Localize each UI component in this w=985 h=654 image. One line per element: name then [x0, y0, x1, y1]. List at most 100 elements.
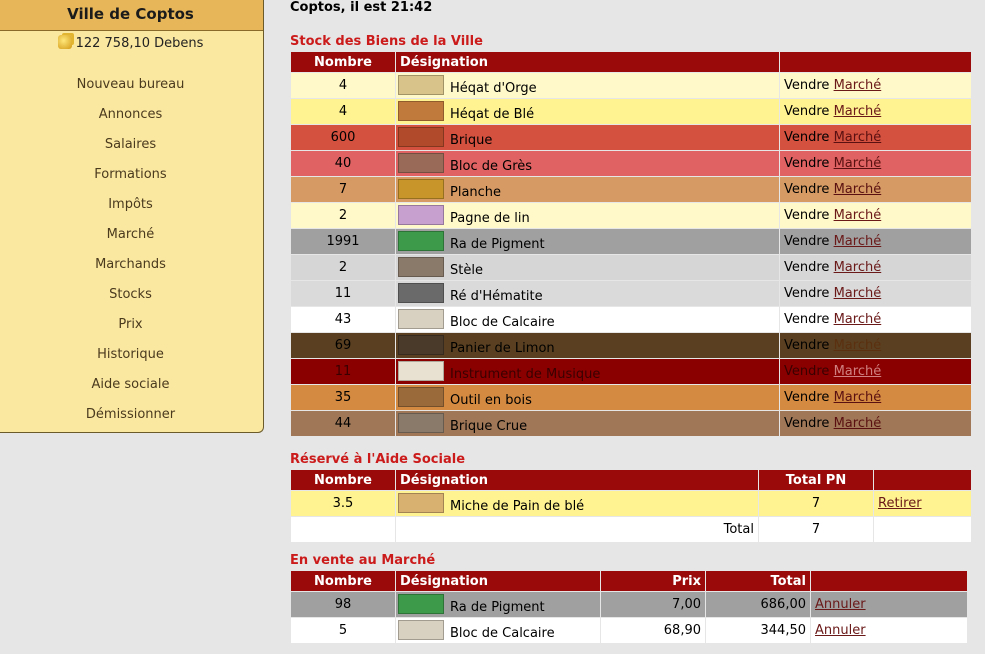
quantity-cell: 5: [290, 617, 396, 644]
sell-action[interactable]: Vendre: [784, 234, 829, 249]
empty-cell: [873, 516, 972, 543]
sidebar: Ville de Coptos 122 758,10 Debens Nouvea…: [0, 0, 264, 433]
designation-cell: Bloc de Calcaire: [395, 306, 780, 333]
sidebar-menu-item[interactable]: Démissionner: [0, 406, 263, 436]
flute-icon: [398, 361, 444, 381]
col-nombre: Nombre: [290, 469, 396, 491]
item-name: Brique: [450, 133, 493, 148]
market-link[interactable]: Marché: [834, 208, 882, 223]
sell-action[interactable]: Vendre: [784, 416, 829, 431]
wheat-grain-icon: [398, 101, 444, 121]
col-total: Total: [705, 570, 811, 592]
quantity-cell: 2: [290, 254, 396, 281]
clock-text: Coptos, il est 21:42: [290, 0, 433, 15]
designation-cell: Bloc de Grès: [395, 150, 780, 177]
limestone-block-icon: [398, 620, 444, 640]
item-name: Stèle: [450, 263, 483, 278]
sell-action[interactable]: Vendre: [784, 390, 829, 405]
item-name: Planche: [450, 185, 502, 200]
sell-action[interactable]: Vendre: [784, 156, 829, 171]
market-link[interactable]: Marché: [834, 286, 882, 301]
actions-cell: Vendre Marché: [779, 176, 972, 203]
sell-action[interactable]: Vendre: [784, 208, 829, 223]
sidebar-menu-link[interactable]: Historique: [97, 347, 164, 362]
market-link[interactable]: Marché: [834, 104, 882, 119]
actions-cell: Retirer: [873, 490, 972, 517]
sell-action[interactable]: Vendre: [784, 130, 829, 145]
sidebar-menu-item[interactable]: Marchands: [0, 256, 263, 286]
stock-row: 2 Pagne de lin Vendre Marché: [290, 202, 972, 229]
sidebar-menu-link[interactable]: Formations: [94, 167, 166, 182]
sidebar-menu-link[interactable]: Nouveau bureau: [77, 77, 185, 92]
market-link[interactable]: Marché: [834, 260, 882, 275]
designation-cell: Planche: [395, 176, 780, 203]
sidebar-menu-item[interactable]: Stocks: [0, 286, 263, 316]
sidebar-menu-item[interactable]: Annonces: [0, 106, 263, 136]
cancel-link[interactable]: Annuler: [815, 623, 866, 638]
actions-cell: Annuler: [810, 617, 968, 644]
designation-cell: Pagne de lin: [395, 202, 780, 229]
withdraw-link[interactable]: Retirer: [878, 496, 922, 511]
sell-action[interactable]: Vendre: [784, 286, 829, 301]
sidebar-menu-link[interactable]: Aide sociale: [92, 377, 170, 392]
sell-action[interactable]: Vendre: [784, 338, 829, 353]
item-name: Panier de Limon: [450, 341, 555, 356]
market-link[interactable]: Marché: [834, 364, 882, 379]
cancel-link[interactable]: Annuler: [815, 597, 866, 612]
sidebar-menu-link[interactable]: Démissionner: [86, 407, 175, 422]
market-link[interactable]: Marché: [834, 338, 882, 353]
sidebar-menu-link[interactable]: Prix: [118, 317, 142, 332]
social-row: 3.5 Miche de Pain de blé 7 Retirer: [290, 490, 972, 517]
col-designation: Désignation: [395, 469, 759, 491]
sidebar-menu-item[interactable]: Aide sociale: [0, 376, 263, 406]
sidebar-menu-item[interactable]: Nouveau bureau: [0, 76, 263, 106]
actions-cell: Vendre Marché: [779, 254, 972, 281]
market-link[interactable]: Marché: [834, 390, 882, 405]
designation-cell: Ra de Pigment: [395, 228, 780, 255]
market-section-title: En vente au Marché: [290, 553, 436, 568]
sidebar-menu-link[interactable]: Salaires: [105, 137, 156, 152]
sidebar-menu-item[interactable]: Impôts: [0, 196, 263, 226]
col-nombre: Nombre: [290, 51, 396, 73]
item-name: Héqat d'Orge: [450, 81, 537, 96]
sell-action[interactable]: Vendre: [784, 104, 829, 119]
market-link[interactable]: Marché: [834, 416, 882, 431]
stock-row: 69 Panier de Limon Vendre Marché: [290, 332, 972, 359]
sell-action[interactable]: Vendre: [784, 260, 829, 275]
sidebar-menu-link[interactable]: Marché: [107, 227, 155, 242]
col-designation: Désignation: [395, 51, 780, 73]
quantity-cell: 600: [290, 124, 396, 151]
sidebar-menu-item[interactable]: Historique: [0, 346, 263, 376]
col-actions: [810, 570, 968, 592]
sidebar-menu-item[interactable]: Formations: [0, 166, 263, 196]
social-table: Nombre Désignation Total PN 3.5 Miche de …: [290, 469, 972, 543]
sidebar-menu-link[interactable]: Annonces: [99, 107, 162, 122]
sell-action[interactable]: Vendre: [784, 182, 829, 197]
sidebar-menu-item[interactable]: Prix: [0, 316, 263, 346]
market-link[interactable]: Marché: [834, 182, 882, 197]
quantity-cell: 4: [290, 72, 396, 99]
designation-cell: Stèle: [395, 254, 780, 281]
designation-cell: Bloc de Calcaire: [395, 617, 601, 644]
market-link[interactable]: Marché: [834, 156, 882, 171]
actions-cell: Annuler: [810, 591, 968, 618]
market-link[interactable]: Marché: [834, 312, 882, 327]
quantity-cell: 35: [290, 384, 396, 411]
sell-action[interactable]: Vendre: [784, 312, 829, 327]
sidebar-menu-link[interactable]: Marchands: [95, 257, 166, 272]
market-link[interactable]: Marché: [834, 130, 882, 145]
sidebar-menu-item[interactable]: Marché: [0, 226, 263, 256]
quantity-cell: 11: [290, 280, 396, 307]
sidebar-menu-link[interactable]: Impôts: [108, 197, 153, 212]
market-link[interactable]: Marché: [834, 78, 882, 93]
sidebar-menu-item[interactable]: Salaires: [0, 136, 263, 166]
sell-action[interactable]: Vendre: [784, 364, 829, 379]
sidebar-menu-link[interactable]: Stocks: [109, 287, 152, 302]
actions-cell: Vendre Marché: [779, 72, 972, 99]
stock-row: 43 Bloc de Calcaire Vendre Marché: [290, 306, 972, 333]
limestone-block-icon: [398, 309, 444, 329]
quantity-cell: 4: [290, 98, 396, 125]
total-value: 7: [758, 516, 874, 543]
sell-action[interactable]: Vendre: [784, 78, 829, 93]
market-link[interactable]: Marché: [834, 234, 882, 249]
